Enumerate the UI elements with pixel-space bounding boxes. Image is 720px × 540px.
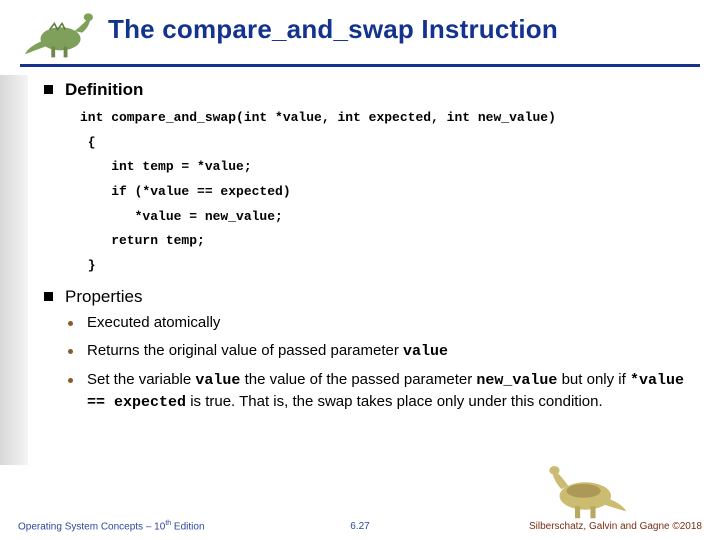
slide-header: The compare_and_swap Instruction	[0, 0, 720, 62]
code-block: int compare_and_swap(int *value, int exp…	[80, 106, 700, 279]
dot-bullet-icon	[68, 378, 73, 383]
text: Operating System Concepts – 10	[18, 521, 165, 532]
square-bullet-icon	[44, 85, 53, 94]
properties-heading-row: Properties	[44, 287, 700, 307]
dinosaur-footer-icon	[542, 460, 632, 520]
code-inline: new_value	[476, 372, 557, 389]
list-item: Executed atomically	[68, 313, 700, 333]
code-line: *value = new_value;	[80, 205, 700, 230]
list-item: Set the variable value the value of the …	[68, 370, 700, 413]
property-set: Set the variable value the value of the …	[87, 370, 700, 413]
code-inline: value	[195, 372, 240, 389]
code-line: {	[80, 131, 700, 156]
footer-page-number: 6.27	[350, 521, 369, 532]
text: Edition	[171, 521, 204, 532]
dinosaur-icon	[20, 8, 98, 62]
list-item: Returns the original value of passed par…	[68, 341, 700, 362]
code-line: }	[80, 254, 700, 279]
properties-list: Executed atomically Returns the original…	[68, 313, 700, 413]
slide-title: The compare_and_swap Instruction	[108, 14, 558, 45]
dot-bullet-icon	[68, 349, 73, 354]
code-inline: value	[403, 343, 448, 360]
properties-heading: Properties	[65, 287, 142, 307]
definition-heading-row: Definition	[44, 80, 700, 100]
sidebar-stripe	[0, 75, 28, 465]
slide-content: Definition int compare_and_swap(int *val…	[44, 80, 700, 421]
text: but only if	[557, 371, 630, 388]
dot-bullet-icon	[68, 321, 73, 326]
slide-footer: Operating System Concepts – 10th Edition…	[18, 520, 702, 532]
text: Returns the original value of passed par…	[87, 342, 403, 359]
code-line: int compare_and_swap(int *value, int exp…	[80, 106, 700, 131]
code-line: if (*value == expected)	[80, 180, 700, 205]
property-atomic: Executed atomically	[87, 313, 220, 333]
definition-heading: Definition	[65, 80, 143, 100]
property-returns: Returns the original value of passed par…	[87, 341, 448, 362]
square-bullet-icon	[44, 292, 53, 301]
footer-left: Operating System Concepts – 10th Edition	[18, 520, 205, 532]
footer-copyright: Silberschatz, Galvin and Gagne ©2018	[529, 521, 702, 532]
title-underline	[20, 64, 700, 67]
text: Set the variable	[87, 371, 195, 388]
code-line: return temp;	[80, 229, 700, 254]
code-line: int temp = *value;	[80, 155, 700, 180]
text: is true. That is, the swap takes place o…	[186, 393, 603, 410]
text: the value of the passed parameter	[240, 371, 476, 388]
